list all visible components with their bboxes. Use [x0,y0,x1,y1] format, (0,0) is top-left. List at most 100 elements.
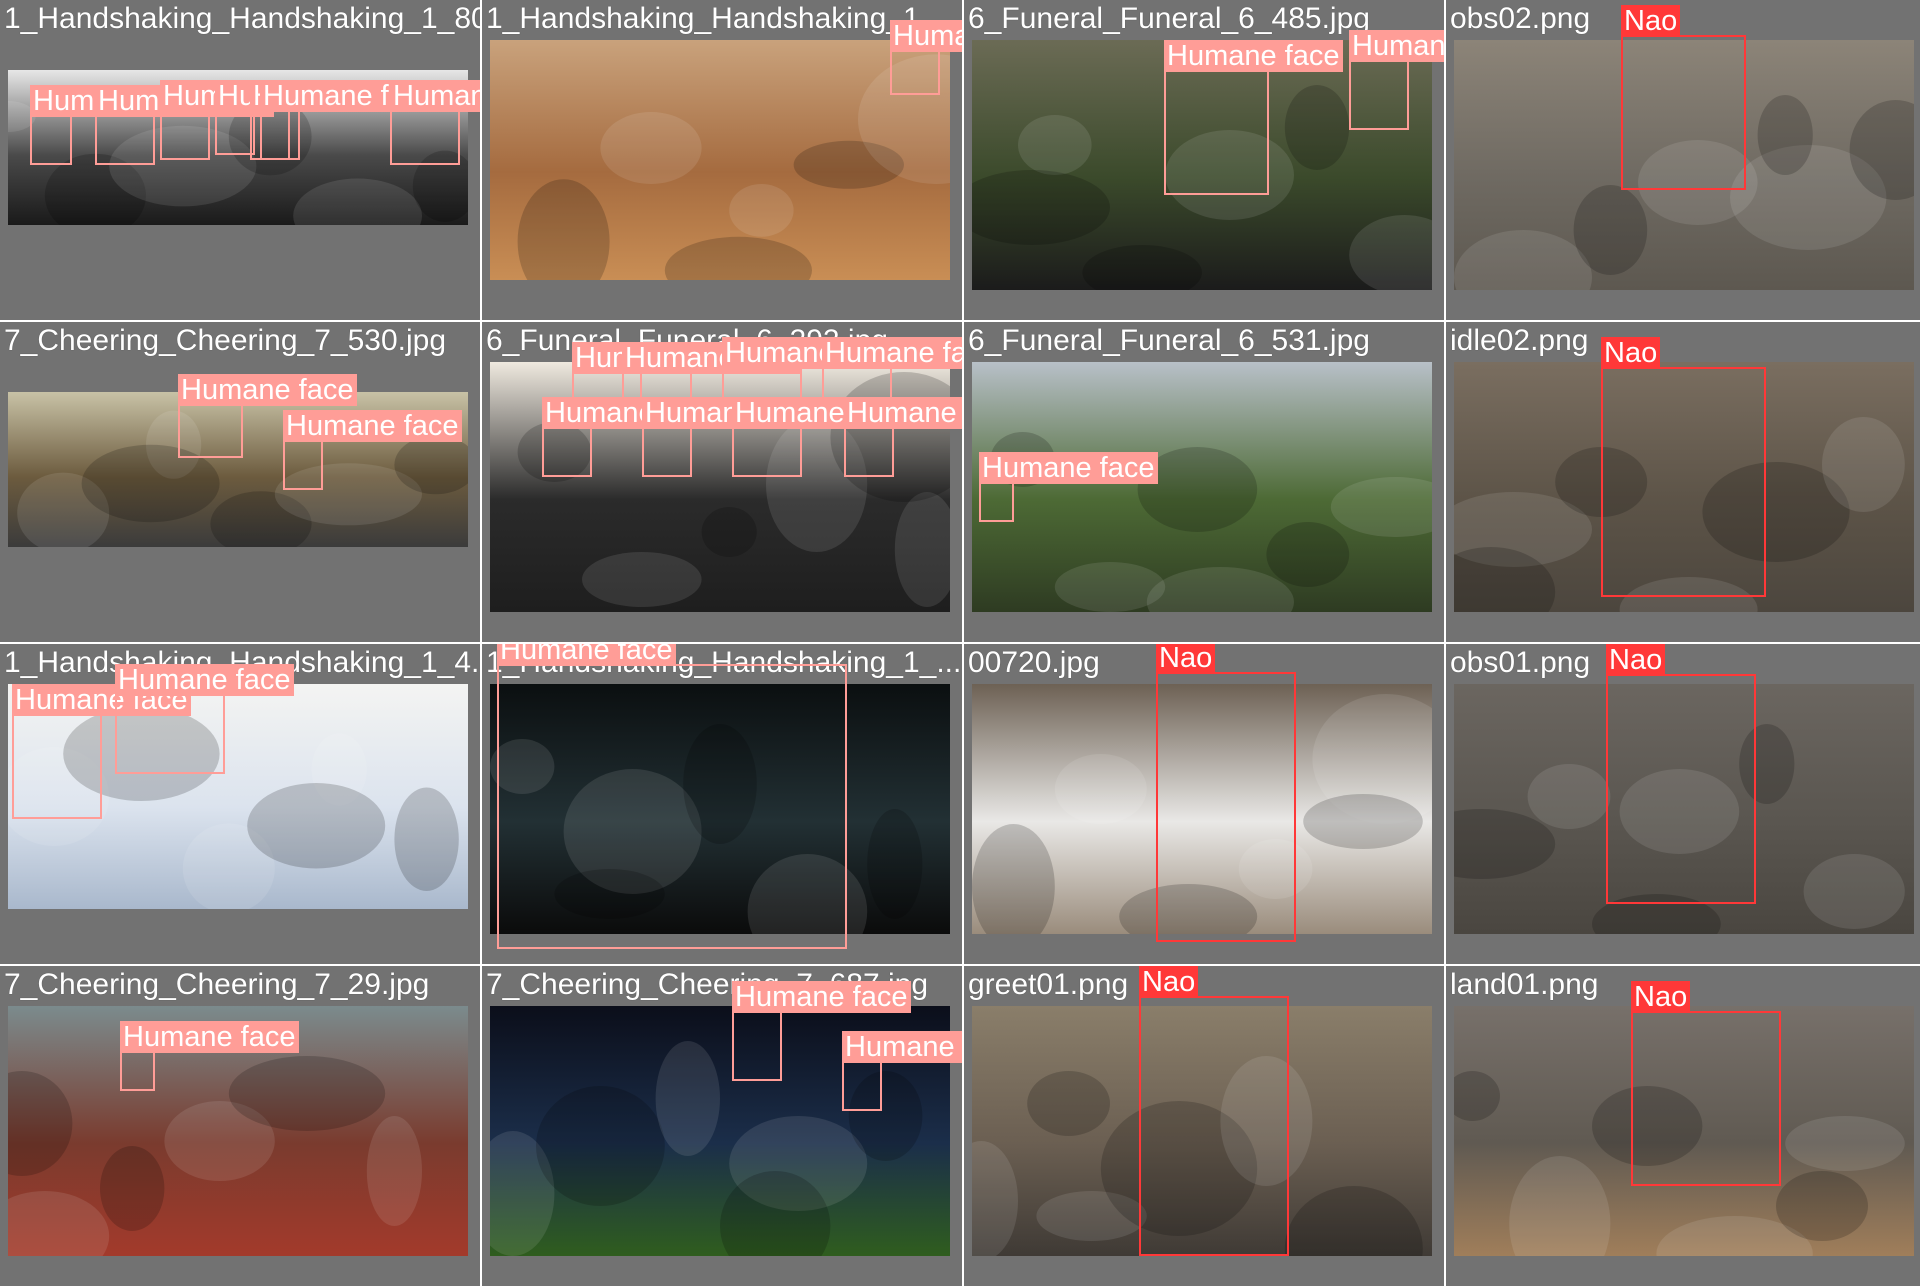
photo-shape [1803,854,1905,929]
photo-shape [1757,95,1813,175]
detection-label: Humane face [842,1031,962,1063]
image-tile: 1_Handshaking_Handshaking_1_...Humane fa… [482,0,962,320]
image-tile: 7_Cheering_Cheering_7_530.jpg Humane face… [0,322,480,642]
photo-texture [517,54,950,280]
photo-shape [867,809,923,919]
face-detection-box: Humane face [844,397,962,477]
face-detection-box: Humane face [497,644,847,949]
tile-filename: 7_Cheering_Cheering_7_29.jpg [4,968,430,1001]
photo-shape [1776,1171,1868,1241]
photo-shape [1284,85,1350,170]
nao-detection-box: Nao [1601,337,1766,597]
detection-label: Nao [1606,644,1666,676]
nao-detection-box: Nao [1621,5,1746,190]
nao-detection-box: Nao [1156,644,1296,942]
face-detection-box: Humane face [12,684,191,819]
tile-photo [972,362,1432,612]
photo-shape [972,1141,1018,1256]
photo-shape [582,552,702,607]
image-tile: 1_Handshaking_Handshaking_1_80.jpg Humane… [0,0,480,320]
tile-filename: greet01.png [968,968,1129,1001]
image-tile: obs01.png Nao [1446,644,1920,964]
photo-shape [536,1086,665,1206]
tile-filename: 1_Handshaking_Handshaking_1_80.jpg [4,2,480,35]
photo-shape [1509,1156,1611,1256]
nao-detection-box: Nao [1631,981,1781,1186]
photo-shape [8,1071,73,1176]
image-tile: 1_Handshaking_Handshaking_1_...Humane fa… [482,644,962,964]
photo-shape [729,184,794,237]
photo-shape [1454,230,1592,290]
photo-shape [293,178,422,225]
photo-shape [394,787,459,891]
face-detection-box: Humane face [260,80,439,160]
detection-label: Nao [1631,981,1691,1013]
photo-shape [228,1056,386,1131]
photo-shape [701,507,757,557]
photo-shape [1573,185,1648,275]
photo-shape [1454,1071,1500,1121]
image-tile: 7_Cheering_Cheering_7_687.jpg Humane face… [482,966,962,1286]
face-detection-box: Humane face [95,85,274,165]
face-detection-box: Humane face [30,85,209,165]
image-tile: idle02.png Nao [1446,322,1920,642]
photo-shape [1527,764,1611,829]
tile-filename: idle02.png [1450,324,1589,357]
detection-label: Humane face [390,80,480,112]
image-tile: greet01.png Nao [964,966,1444,1286]
tile-filename: land01.png [1450,968,1599,1001]
detection-label: Humane face [178,374,357,406]
face-detection-box: Humane face [979,452,1158,522]
detection-label: Humane face [1349,30,1444,62]
detection-label: Humane face [844,397,962,429]
photo-shape [1054,754,1147,824]
detection-label: Humane face [979,452,1158,484]
photo-shape [247,783,386,869]
face-detection-box: Humane face [215,80,394,155]
image-tile: obs02.png Nao [1446,0,1920,320]
detection-label: Humane face [115,664,294,696]
detection-label: Nao [1139,966,1199,998]
photo-shape [1018,115,1092,175]
image-tile: land01.png Nao [1446,966,1920,1286]
photo-shape [972,170,1110,245]
detection-label: Humane face [497,644,676,666]
detection-label: Humane face [822,337,962,369]
face-detection-box: Humane face [1164,40,1343,195]
photo-shape [664,236,812,280]
photo-shape [1785,1116,1905,1171]
tile-filename: 7_Cheering_Cheering_7_530.jpg [4,324,447,357]
photo-shape [1303,794,1423,849]
image-tile: 6_Funeral_Funeral_6_485.jpg Humane face Hu… [964,0,1444,320]
nao-detection-box: Nao [1139,966,1289,1256]
face-detection-box: Humane face [842,1031,962,1111]
photo-shape [1146,567,1294,612]
tile-filename: obs01.png [1450,646,1591,679]
tile-filename: 6_Funeral_Funeral_6_531.jpg [968,324,1370,357]
face-detection-box: Humane face [390,80,480,165]
face-detection-box: Humane face [160,80,339,160]
photo-shape [894,492,950,607]
photo-shape [1349,215,1432,290]
nao-detection-box: Nao [1606,644,1756,904]
detection-label: Humane face [283,410,462,442]
tile-filename: 6_Funeral_Funeral_6_485.jpg [968,2,1370,35]
image-tile: 1_Handshaking_Handshaking_1_4... Humane f… [0,644,480,964]
face-detection-box: Humane face [732,397,911,477]
face-detection-box: Humane face [178,374,357,458]
photo-shape [1054,562,1166,612]
photo-shape [1266,522,1350,587]
face-detection-box: Humane face [283,410,462,490]
face-detection-box: Humane face [1349,30,1444,130]
photo-shape [1330,477,1432,537]
detection-label: Nao [1156,644,1216,674]
detection-label: Nao [1621,5,1681,37]
photo-shape [1822,417,1905,512]
image-tile: 7_Cheering_Cheering_7_29.jpg Humane face [0,966,480,1286]
detection-label: Humane face [120,1021,299,1053]
photo-shape [600,112,702,184]
photo-shape [100,1146,165,1231]
image-tile: 6_Funeral_Funeral_6_292.jpg Humane face Hu… [482,322,962,642]
photo-shape [655,1041,720,1156]
face-detection-box: Humane face [642,397,821,477]
